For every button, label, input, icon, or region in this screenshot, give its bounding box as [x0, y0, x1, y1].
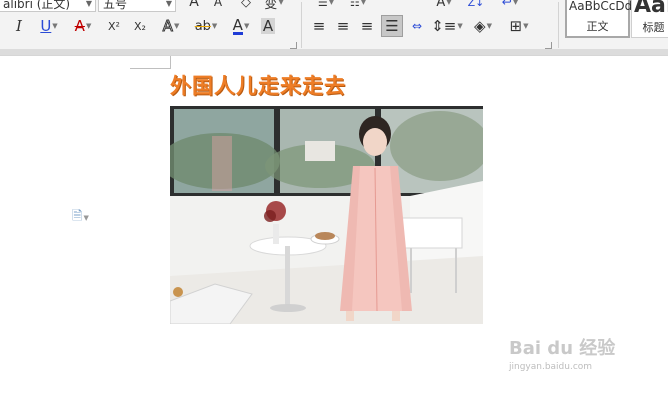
underline-button[interactable]: U ▼: [34, 15, 64, 37]
font-color-button[interactable]: A ▼: [226, 15, 256, 37]
baidu-watermark: Bai du 经验 jingyan.baidu.com: [509, 334, 615, 372]
align-center-icon: ≡: [336, 17, 350, 35]
align-left-icon: ≡: [312, 17, 326, 35]
pinyin-icon: 变: [264, 0, 278, 12]
highlight-button[interactable]: ab ▼: [190, 15, 222, 37]
pinyin-button[interactable]: 变 ▼: [262, 0, 286, 12]
shrink-font-button[interactable]: A: [208, 0, 228, 10]
paragraph-dialog-launcher[interactable]: [545, 42, 552, 49]
style-sample: AaBbCcDd: [569, 0, 633, 13]
watermark-main: Bai du 经验: [509, 338, 616, 359]
chevron-down-icon: ▼: [486, 22, 492, 30]
strikethrough-button[interactable]: A ▼: [68, 15, 98, 37]
subscript-button[interactable]: X₂: [128, 15, 152, 37]
font-size-value: 五号: [103, 0, 128, 11]
paragraph-options-button[interactable]: 🗎▼: [72, 207, 89, 229]
asian-layout-icon: A: [436, 0, 446, 10]
group-separator: [558, 2, 559, 48]
return-arrow-icon: ↩: [501, 0, 512, 9]
borders-icon: ⊞: [509, 17, 523, 35]
chevron-down-icon: ▼: [83, 214, 89, 222]
numbered-list-button[interactable]: ☷ ▼: [344, 0, 372, 10]
numbered-list-icon: ☷: [349, 0, 360, 9]
chevron-down-icon: ▼: [243, 22, 250, 30]
font-color-icon: A: [232, 15, 243, 35]
style-heading[interactable]: AaB 标题: [631, 0, 668, 38]
subscript-icon: X₂: [134, 19, 146, 33]
chevron-down-icon: ▼: [165, 0, 172, 8]
bullet-list-button[interactable]: ☰ ▼: [312, 0, 340, 10]
chevron-down-icon: ▼: [278, 0, 284, 6]
asian-layout-button[interactable]: A ▼: [432, 0, 456, 10]
chevron-down-icon: ▼: [523, 22, 529, 30]
ribbon-toolbar: alibri (正文) ▼ 五号 ▼ A A ◇ 变 ▼ I U ▼ A ▼ X² X…: [0, 0, 668, 56]
borders-button[interactable]: ⊞ ▼: [504, 15, 534, 37]
style-sample: AaB: [634, 0, 668, 18]
style-name: 正文: [586, 20, 609, 33]
align-right-button[interactable]: ≡: [356, 15, 378, 37]
text-effect-icon: A: [162, 17, 173, 36]
chevron-down-icon: ▼: [457, 22, 463, 30]
sort-button[interactable]: Z↓: [466, 0, 486, 10]
chevron-down-icon: ▼: [211, 22, 218, 30]
margin-corner-mark: [130, 56, 171, 69]
distributed-icon: ⇔: [411, 19, 423, 33]
watermark-sub: jingyan.baidu.com: [509, 362, 593, 372]
chevron-down-icon: ▼: [85, 0, 92, 8]
bullet-list-icon: ☰: [317, 0, 328, 9]
grow-font-button[interactable]: A: [184, 0, 204, 10]
ribbon-bottom-bar: [0, 49, 668, 55]
clear-format-button[interactable]: ◇: [236, 0, 256, 10]
align-right-icon: ≡: [360, 17, 374, 35]
font-size-combo[interactable]: 五号 ▼: [98, 0, 176, 12]
shading-button[interactable]: ◈ ▼: [468, 15, 498, 37]
document-icon: 🗎: [72, 209, 83, 224]
char-shading-button[interactable]: A: [258, 15, 278, 37]
document-title: 外国人儿走来走去: [170, 74, 346, 98]
paint-bucket-icon: ◈: [474, 17, 486, 35]
char-shading-icon: A: [260, 17, 276, 35]
chevron-down-icon: ▼: [52, 22, 58, 30]
chevron-down-icon: ▼: [173, 22, 180, 30]
chevron-down-icon: ▼: [85, 22, 92, 30]
document-photo[interactable]: [170, 106, 483, 324]
style-normal[interactable]: AaBbCcDd 正文: [565, 0, 633, 38]
distributed-button[interactable]: ⇔: [406, 15, 428, 37]
sort-icon: Z↓: [467, 0, 485, 9]
line-spacing-icon: ⇕≡: [431, 17, 457, 35]
line-spacing-button[interactable]: ⇕≡ ▼: [431, 15, 463, 37]
chevron-down-icon: ▼: [328, 0, 335, 6]
justify-button[interactable]: ☰: [381, 15, 403, 37]
font-name-combo[interactable]: alibri (正文) ▼: [0, 0, 96, 12]
text-effect-button[interactable]: A ▼: [156, 15, 186, 37]
underline-icon: U: [40, 17, 52, 35]
grow-font-icon: A: [189, 0, 199, 10]
italic-button[interactable]: I: [8, 15, 30, 37]
eraser-icon: ◇: [241, 0, 251, 10]
strikethrough-icon: A: [74, 17, 85, 35]
shrink-font-icon: A: [213, 0, 223, 9]
photo-illustration: [170, 106, 483, 324]
italic-icon: I: [16, 17, 22, 35]
font-name-value: alibri (正文): [3, 0, 71, 11]
justify-icon: ☰: [385, 17, 399, 35]
style-name: 标题: [642, 21, 665, 34]
highlighter-icon: ab: [194, 18, 211, 34]
group-separator: [301, 2, 302, 48]
align-left-button[interactable]: ≡: [308, 15, 330, 37]
superscript-icon: X²: [108, 19, 120, 33]
chevron-down-icon: ▼: [446, 0, 452, 6]
superscript-button[interactable]: X²: [102, 15, 126, 37]
font-dialog-launcher[interactable]: [290, 42, 297, 49]
align-center-button[interactable]: ≡: [332, 15, 354, 37]
chevron-down-icon: ▼: [360, 0, 367, 6]
show-marks-button[interactable]: ↩ ▼: [498, 0, 522, 10]
chevron-down-icon: ▼: [512, 0, 519, 6]
